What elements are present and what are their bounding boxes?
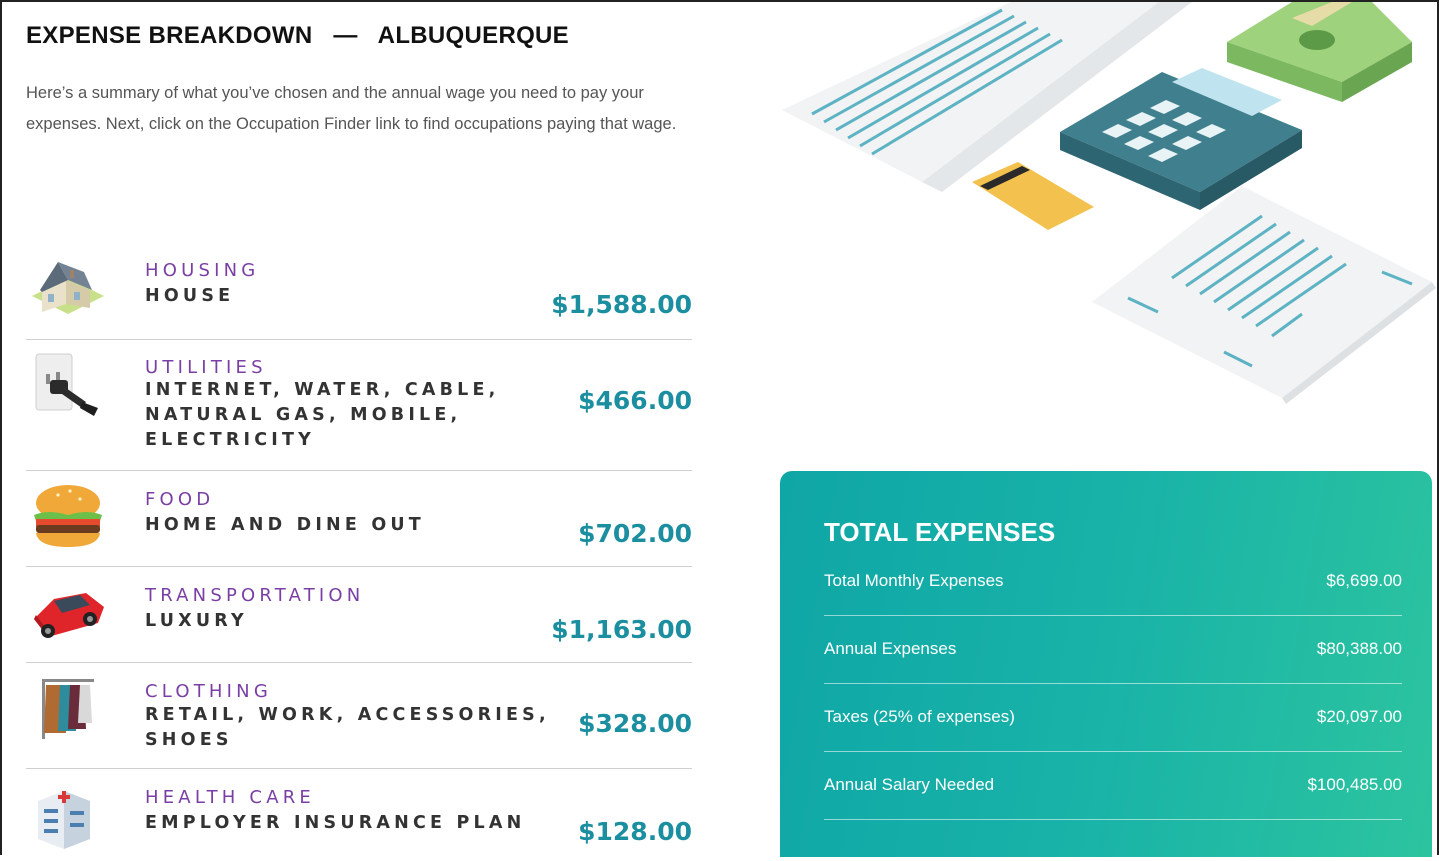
expense-row-food: FOOD HOME AND DINE OUT $702.00 [26, 471, 692, 567]
expense-row-clothing: CLOTHING RETAIL, WORK, ACCESSORIES, SHOE… [26, 663, 692, 769]
total-value: $80,388.00 [1316, 639, 1402, 658]
expense-list: HOUSING HOUSE $1,588.00 UTILITIES INTERN… [26, 242, 692, 861]
expense-detail: LUXURY [145, 611, 248, 631]
expense-category: UTILITIES [145, 357, 267, 378]
total-label: Annual Expenses [824, 639, 957, 658]
expense-row-transportation: TRANSPORTATION LUXURY $1,163.00 [26, 567, 692, 663]
document-icon [1092, 186, 1436, 404]
hospital-icon [38, 791, 90, 849]
expense-amount: $702.00 [578, 519, 692, 548]
expense-category: TRANSPORTATION [145, 585, 365, 606]
burger-icon [34, 485, 102, 547]
expense-detail: HOUSE [145, 286, 235, 306]
plug-icon [35, 353, 98, 416]
total-label: Annual Salary Needed [824, 775, 995, 794]
car-icon [34, 593, 104, 638]
total-expenses-title: TOTAL EXPENSES [824, 517, 1056, 547]
divider [824, 819, 1402, 820]
expense-detail: INTERNET, WATER, CABLE, NATURAL GAS, MOB… [145, 380, 500, 450]
expense-detail: RETAIL, WORK, ACCESSORIES, SHOES [145, 705, 550, 750]
divider [824, 683, 1402, 684]
expense-amount: $328.00 [578, 709, 692, 738]
credit-card-icon [972, 162, 1094, 230]
total-value: $100,485.00 [1307, 775, 1402, 794]
expense-amount: $466.00 [578, 386, 692, 415]
divider [824, 615, 1402, 616]
total-label: Total Monthly Expenses [824, 571, 1004, 590]
expense-row-utilities: UTILITIES INTERNET, WATER, CABLE, NATURA… [26, 340, 692, 471]
clothing-rack-icon [42, 679, 94, 739]
expense-category: HEALTH CARE [145, 787, 315, 808]
total-label: Taxes (25% of expenses) [824, 707, 1015, 726]
expense-amount: $1,163.00 [551, 615, 692, 644]
expense-detail: HOME AND DINE OUT [145, 515, 425, 535]
total-value: $6,699.00 [1326, 571, 1402, 590]
expense-category: CLOTHING [145, 681, 272, 702]
total-value: $20,097.00 [1316, 707, 1402, 726]
intro-text: Here’s a summary of what you’ve chosen a… [26, 84, 677, 133]
total-expenses-card: TOTAL EXPENSES Total Monthly Expenses $6… [780, 471, 1432, 857]
money-icon [1227, 2, 1412, 102]
page-title: EXPENSE BREAKDOWN — ALBUQUERQUE [26, 22, 569, 49]
expense-row-health-care: HEALTH CARE EMPLOYER INSURANCE PLAN $128… [26, 769, 692, 861]
expense-detail: EMPLOYER INSURANCE PLAN [145, 813, 526, 833]
calculator-icon [1060, 68, 1302, 210]
expense-amount: $1,588.00 [551, 290, 692, 319]
expense-category: HOUSING [145, 260, 260, 281]
house-icon [32, 262, 104, 314]
expense-category: FOOD [145, 489, 215, 510]
expense-row-housing: HOUSING HOUSE $1,588.00 [26, 242, 692, 340]
expense-amount: $128.00 [578, 817, 692, 846]
divider [824, 751, 1402, 752]
finance-illustration [782, 2, 1436, 404]
